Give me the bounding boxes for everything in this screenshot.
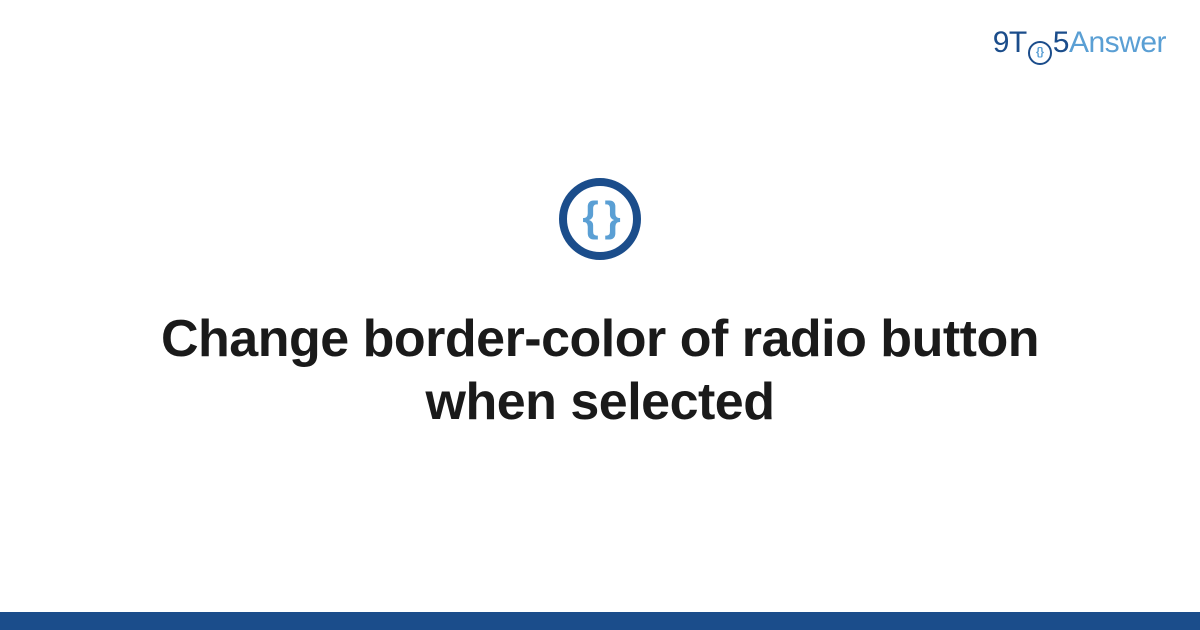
main-content: { } Change border-color of radio button … bbox=[0, 0, 1200, 612]
braces-icon: { } bbox=[582, 196, 617, 238]
footer-bar bbox=[0, 612, 1200, 630]
category-icon-circle: { } bbox=[559, 178, 641, 260]
page-title: Change border-color of radio button when… bbox=[150, 308, 1050, 435]
